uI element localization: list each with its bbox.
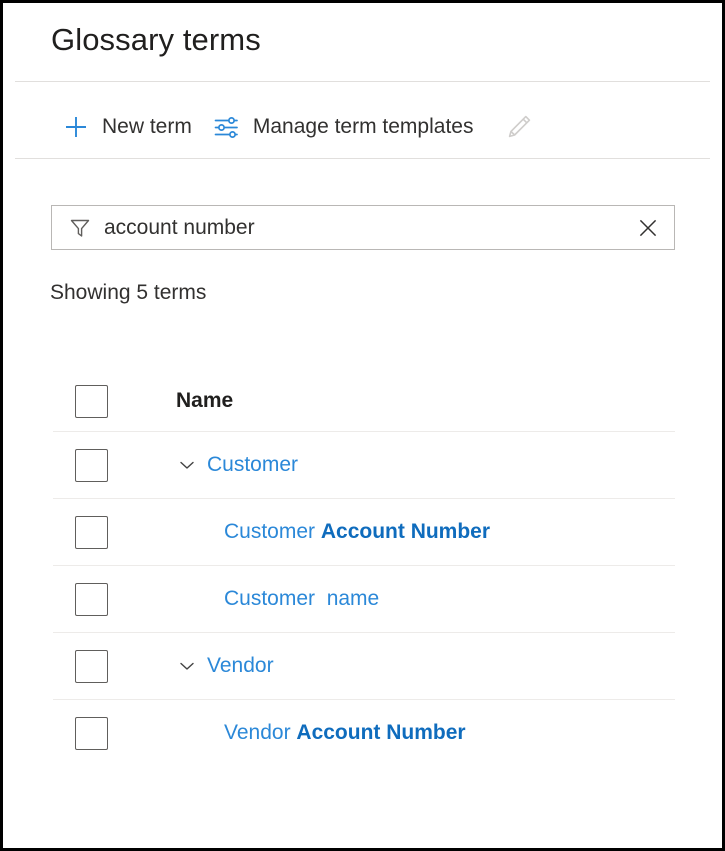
edit-term-button[interactable] xyxy=(497,105,541,149)
term-link[interactable]: Customer Account Number xyxy=(224,518,490,546)
window-frame: Glossary terms New term xyxy=(0,0,725,851)
row-name-cell: Vendor xyxy=(154,652,675,680)
row-checkbox[interactable] xyxy=(75,650,108,683)
table-row[interactable]: Vendor xyxy=(53,632,675,699)
column-header-name: Name xyxy=(176,387,233,415)
settings-sliders-icon xyxy=(212,112,242,142)
manage-term-templates-button[interactable]: Manage term templates xyxy=(202,105,484,149)
row-checkbox[interactable] xyxy=(75,583,108,616)
table-row[interactable]: Customer Account Number xyxy=(53,498,675,565)
result-count-label: Showing 5 terms xyxy=(50,279,206,307)
command-bar: New term Manage term templates xyxy=(51,99,541,155)
term-text: Customer xyxy=(207,453,298,476)
pencil-icon xyxy=(504,112,534,142)
row-name-cell: Customer name xyxy=(154,585,675,613)
row-select-cell xyxy=(53,650,154,683)
chevron-down-icon[interactable] xyxy=(176,655,198,677)
table-header-row: Name xyxy=(53,371,675,431)
filter-funnel-icon xyxy=(68,216,92,240)
row-name-cell: Vendor Account Number xyxy=(154,719,675,747)
row-select-cell xyxy=(53,583,154,616)
term-highlight: Account Number xyxy=(321,520,490,543)
column-header-name-cell: Name xyxy=(154,387,675,415)
row-name-cell: Customer xyxy=(154,451,675,479)
row-select-cell xyxy=(53,449,154,482)
glossary-terms-panel: Glossary terms New term xyxy=(3,3,722,848)
term-link[interactable]: Customer xyxy=(207,451,298,479)
new-term-button[interactable]: New term xyxy=(51,105,202,149)
row-checkbox[interactable] xyxy=(75,449,108,482)
row-select-cell xyxy=(53,717,154,750)
filter-search-input[interactable] xyxy=(104,215,628,241)
filter-search-box[interactable] xyxy=(51,205,675,250)
row-name-cell: Customer Account Number xyxy=(154,518,675,546)
close-x-icon xyxy=(637,217,659,239)
term-text: Vendor xyxy=(207,654,274,677)
command-bar-divider xyxy=(15,158,710,159)
term-text: Vendor xyxy=(224,721,296,744)
clear-filter-button[interactable] xyxy=(628,207,668,248)
plus-icon xyxy=(61,112,91,142)
glossary-terms-table: Name Customer Customer Ac xyxy=(53,371,675,766)
term-link[interactable]: Vendor xyxy=(207,652,274,680)
page-title: Glossary terms xyxy=(51,20,261,60)
term-link[interactable]: Vendor Account Number xyxy=(224,719,466,747)
table-row[interactable]: Vendor Account Number xyxy=(53,699,675,766)
new-term-label: New term xyxy=(102,114,192,140)
row-select-cell xyxy=(53,516,154,549)
term-link[interactable]: Customer name xyxy=(224,585,379,613)
term-text: Customer name xyxy=(224,587,379,610)
manage-term-templates-label: Manage term templates xyxy=(253,114,474,140)
table-row[interactable]: Customer xyxy=(53,431,675,498)
table-row[interactable]: Customer name xyxy=(53,565,675,632)
term-text: Customer xyxy=(224,520,321,543)
header-divider xyxy=(15,81,710,82)
row-checkbox[interactable] xyxy=(75,717,108,750)
select-all-cell xyxy=(53,385,154,418)
term-highlight: Account Number xyxy=(296,721,465,744)
chevron-down-icon[interactable] xyxy=(176,454,198,476)
select-all-checkbox[interactable] xyxy=(75,385,108,418)
row-checkbox[interactable] xyxy=(75,516,108,549)
